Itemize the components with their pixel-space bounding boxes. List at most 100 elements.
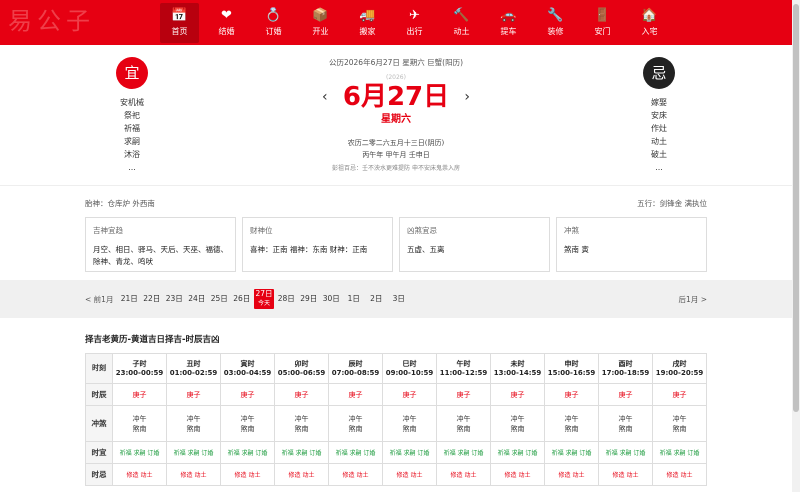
sha-line: 煞南 xyxy=(186,424,201,433)
sha-line: 煞南 xyxy=(402,424,417,433)
day-item[interactable]: 1日 xyxy=(343,289,366,309)
hour-column-header: 子时 23:00-00:59 xyxy=(112,353,167,384)
chong-line: 冲午 xyxy=(618,414,633,423)
info-card-text: 五虚、五离 xyxy=(407,245,445,254)
chen-cell: 庚子 xyxy=(328,383,383,406)
door-icon: 🚪 xyxy=(594,8,611,23)
nav-item-9[interactable]: 🚪 安门 xyxy=(583,3,622,43)
chong-cell: 冲午 煞南 xyxy=(436,405,491,442)
chong-cell: 冲午 煞南 xyxy=(112,405,167,442)
chong-cell: 冲午 煞南 xyxy=(544,405,599,442)
day-item[interactable]: 29日 xyxy=(298,289,321,309)
nav-item-8[interactable]: 🔧 装修 xyxy=(536,3,575,43)
chong-line: 冲午 xyxy=(240,414,255,423)
day-hero: 宜 安机械 祭祀 祈福 求嗣 沐浴... 公历2026年6月27日 星期六 巨蟹(阳历)… xyxy=(0,45,792,185)
day-item[interactable]: 2日 xyxy=(365,289,388,309)
nav-item-7[interactable]: 🚗 提车 xyxy=(489,3,528,43)
info-card-title: 吉神宜趋 xyxy=(93,226,123,235)
day-item-selected[interactable]: 27日 今天 xyxy=(254,289,274,309)
prev-month-link[interactable]: < 前1月 xyxy=(85,294,113,305)
chong-line: 冲午 xyxy=(132,414,147,423)
day-item[interactable]: 24日 xyxy=(186,289,209,309)
site-logo[interactable]: 易公子 xyxy=(8,4,148,38)
wuxing-line: 五行：剑锋金 满执位 xyxy=(637,199,707,208)
hour-column-header: 卯时 05:00-06:59 xyxy=(274,353,329,384)
scrollbar-thumb[interactable] xyxy=(793,4,799,412)
chen-cell: 庚子 xyxy=(544,383,599,406)
chong-cell: 冲午 煞南 xyxy=(220,405,275,442)
next-day-arrow-icon[interactable]: › xyxy=(464,89,470,105)
shichen-range: 09:00-10:59 xyxy=(385,368,434,377)
yi-cell: 祈福 求嗣 订婚 xyxy=(436,441,491,464)
chong-line: 冲午 xyxy=(402,414,417,423)
shichen-name: 酉时 xyxy=(618,359,633,368)
shichen-range: 07:00-08:59 xyxy=(331,368,380,377)
shichen-name: 丑时 xyxy=(186,359,201,368)
nav-item-label: 订婚 xyxy=(265,27,282,36)
day-item[interactable]: 23日 xyxy=(163,289,186,309)
lunar-date-line: 农历二零二六五月十三日(阴历) xyxy=(347,139,445,147)
day-item[interactable]: 26日 xyxy=(231,289,254,309)
yi-badge: 宜 xyxy=(116,57,148,89)
nav-item-2[interactable]: 💍 订婚 xyxy=(254,3,293,43)
shichen-name: 未时 xyxy=(510,359,525,368)
nav-item-4[interactable]: 🚚 搬家 xyxy=(348,3,387,43)
yi-item: 安机械 xyxy=(120,98,144,107)
sha-line: 煞南 xyxy=(348,424,363,433)
nav-item-10[interactable]: 🏠 入宅 xyxy=(630,3,669,43)
ganzhi-line: 丙午年 甲午月 壬申日 xyxy=(362,151,430,159)
car-icon: 🚗 xyxy=(500,8,517,23)
shichen-name: 卯时 xyxy=(294,359,309,368)
nav-item-3[interactable]: 📦 开业 xyxy=(301,3,340,43)
yi-cell: 祈福 求嗣 订婚 xyxy=(652,441,707,464)
nav-item-0[interactable]: 📅 首页 xyxy=(160,3,199,43)
info-card-title: 冲煞 xyxy=(564,226,579,235)
ji-cell: 修造 动土 xyxy=(652,463,707,486)
next-month-link[interactable]: 后1月 > xyxy=(679,294,707,305)
hour-column-header: 未时 13:00-14:59 xyxy=(490,353,545,384)
ji-cell: 修造 动土 xyxy=(166,463,221,486)
day-label: 28日 xyxy=(277,294,295,303)
nav-item-label: 出行 xyxy=(406,27,423,36)
info-card-text: 喜神：正南 福神：东南 财神：正南 xyxy=(250,245,368,254)
shichen-range: 11:00-12:59 xyxy=(439,368,488,377)
day-item[interactable]: 3日 xyxy=(388,289,411,309)
page-scrollbar[interactable] xyxy=(792,0,800,492)
nav-item-label: 入宅 xyxy=(641,27,658,36)
nav-item-5[interactable]: ✈ 出行 xyxy=(395,3,434,43)
chong-line: 冲午 xyxy=(294,414,309,423)
sha-line: 煞南 xyxy=(510,424,525,433)
yi-cell: 祈福 求嗣 订婚 xyxy=(166,441,221,464)
yi-cell: 祈福 求嗣 订婚 xyxy=(328,441,383,464)
ji-item: ... xyxy=(655,163,663,172)
day-item[interactable]: 25日 xyxy=(208,289,231,309)
day-item[interactable]: 30日 xyxy=(320,289,343,309)
wrench-icon: 🔧 xyxy=(547,8,564,23)
chen-cell: 庚子 xyxy=(436,383,491,406)
sha-line: 煞南 xyxy=(672,424,687,433)
day-item[interactable]: 22日 xyxy=(141,289,164,309)
chong-cell: 冲午 煞南 xyxy=(598,405,653,442)
sha-line: 煞南 xyxy=(294,424,309,433)
chen-cell: 庚子 xyxy=(274,383,329,406)
row-label-yi: 时宜 xyxy=(85,441,113,464)
nav-item-label: 开业 xyxy=(312,27,329,36)
day-item[interactable]: 21日 xyxy=(118,289,141,309)
day-list: 21日 22日 23日 24日 25日 26日 27日 今天 28日 29日 30日 1日 2日 3日 xyxy=(118,289,410,309)
yi-cell: 祈福 求嗣 订婚 xyxy=(544,441,599,464)
nav-item-6[interactable]: 🔨 动土 xyxy=(442,3,481,43)
main-nav: 📅 首页 ❤ 结婚 💍 订婚 📦 开业 🚚 搬家 ✈ 出行 🔨 动土 🚗 提车 🔧 装修 🚪 安门 🏠 入宅 xyxy=(160,3,677,43)
nav-item-1[interactable]: ❤ 结婚 xyxy=(207,3,246,43)
prev-day-arrow-icon[interactable]: ‹ xyxy=(322,89,328,105)
sha-line: 煞南 xyxy=(240,424,255,433)
info-card: 财神位 喜神：正南 福神：东南 财神：正南 xyxy=(242,217,393,272)
yi-cell: 祈福 求嗣 订婚 xyxy=(490,441,545,464)
chong-line: 冲午 xyxy=(456,414,471,423)
day-label: 25日 xyxy=(210,294,228,303)
day-label: 26日 xyxy=(233,294,251,303)
hour-column-header: 巳时 09:00-10:59 xyxy=(382,353,437,384)
day-label: 3日 xyxy=(392,294,405,303)
chen-cell: 庚子 xyxy=(166,383,221,406)
year-small: (2026) xyxy=(386,74,406,81)
day-item[interactable]: 28日 xyxy=(275,289,298,309)
